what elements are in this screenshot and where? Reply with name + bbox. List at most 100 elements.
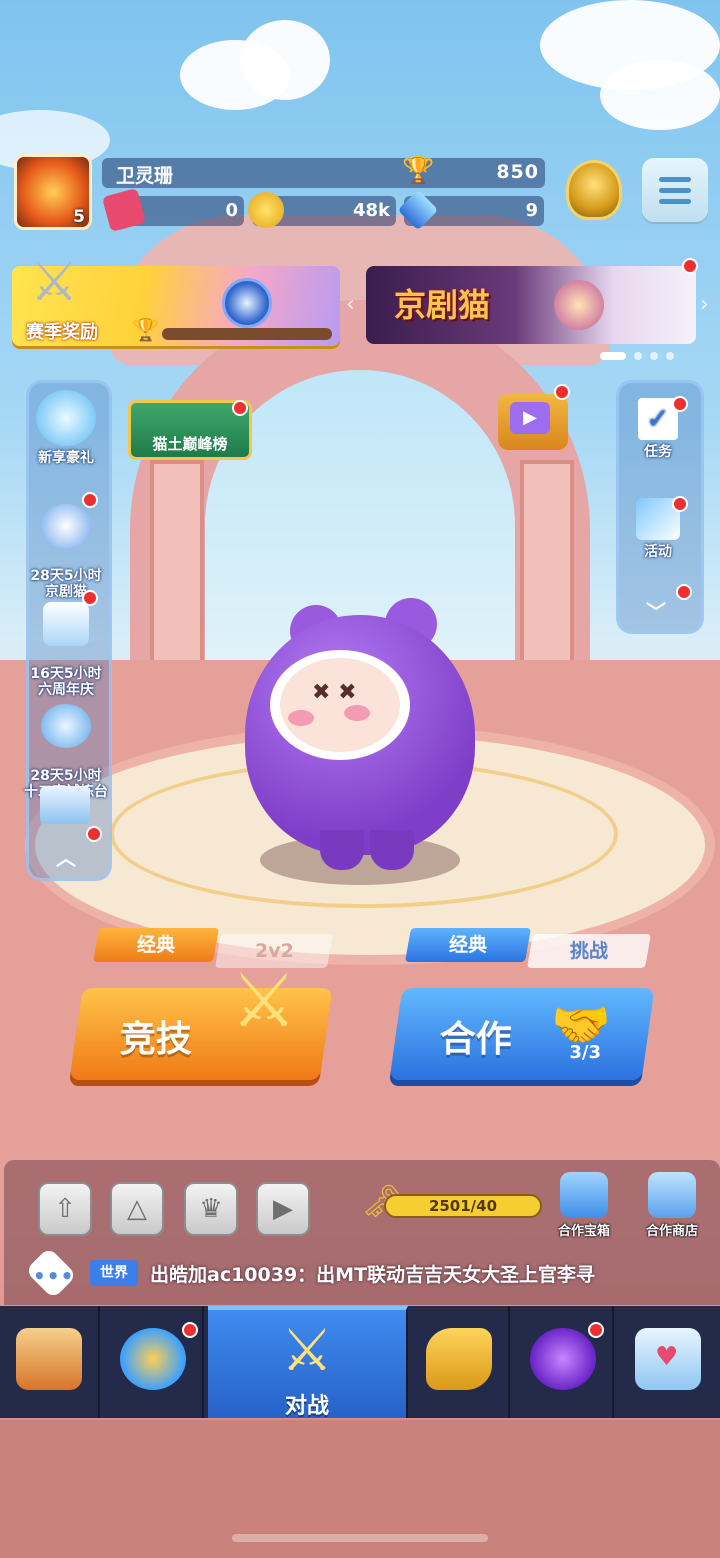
- notification-dot: [232, 400, 248, 416]
- cat-mask-icon: [40, 504, 92, 548]
- coop-challenge-label: 挑战: [569, 940, 608, 962]
- season-reward-label: 赛季奖励: [26, 322, 98, 343]
- gift-box-icon[interactable]: [40, 786, 90, 824]
- arena-mode-tag[interactable]: 经典: [93, 928, 219, 962]
- coop-shop-label: 合作商店: [645, 1224, 698, 1239]
- cloud: [600, 60, 720, 130]
- coop-button[interactable]: 合作 🤝 3/3: [389, 988, 655, 1080]
- nav-social[interactable]: ♥: [618, 1306, 718, 1418]
- notification-dot: [672, 396, 688, 412]
- nav-battle[interactable]: ⚔ 对战: [208, 1306, 408, 1419]
- trophy-icon: 🏆: [402, 156, 435, 186]
- coop-challenge-tag[interactable]: 挑战: [527, 934, 651, 968]
- ticket-counter[interactable]: 0: [101, 187, 244, 233]
- rank-badge-icon[interactable]: [566, 160, 622, 220]
- shop-icon: [16, 1328, 82, 1390]
- sidebar-item-anniversary[interactable]: 16天5小时 六周年庆: [14, 586, 118, 698]
- sidebar-item-label: 新享豪礼: [38, 450, 94, 466]
- battle-icon: ⚔: [281, 1316, 333, 1384]
- social-icon: ♥: [635, 1328, 701, 1390]
- sidebar-item-new-gift[interactable]: 新享豪礼: [20, 390, 112, 466]
- gem-counter[interactable]: 9: [397, 189, 544, 231]
- player-info-bar: 卫灵珊 🏆 850: [102, 156, 545, 188]
- menu-button[interactable]: [642, 158, 708, 222]
- player-level: 5: [73, 207, 85, 227]
- tier-button[interactable]: △: [110, 1182, 164, 1236]
- menu-line: [659, 198, 691, 204]
- key-progress-bar: 2501/40: [384, 1194, 542, 1218]
- coin-counter[interactable]: 48k: [248, 192, 396, 228]
- coop-mode-tag[interactable]: 经典: [405, 928, 531, 962]
- world-chat[interactable]: ••• 世界 出皓加ac10039：出MT联动吉吉天女大圣上官李寻: [0, 1246, 720, 1300]
- coop-tag-label: 经典: [448, 934, 487, 956]
- trophy-outline-icon: ♛: [199, 1194, 223, 1224]
- carousel-dot: [600, 352, 626, 360]
- arena-tag-label: 经典: [136, 934, 175, 956]
- film-icon: ▶: [273, 1194, 293, 1224]
- collapse-up-icon[interactable]: ︿: [56, 842, 76, 871]
- video-reward-icon[interactable]: ▶: [498, 394, 568, 450]
- notification-dot: [672, 496, 688, 512]
- character-leg: [320, 830, 364, 870]
- chest-icon: [560, 1172, 608, 1218]
- play-icon: ▶: [510, 402, 550, 434]
- coop-chest-label: 合作宝箱: [557, 1224, 610, 1239]
- notification-dot: [82, 492, 98, 508]
- shop-handshake-icon: [648, 1172, 696, 1218]
- trophy-button[interactable]: ♛: [184, 1182, 238, 1236]
- carousel-dots: [600, 352, 674, 360]
- upgrade-button[interactable]: ⇧: [38, 1182, 92, 1236]
- chat-channel-tag: 世界: [90, 1260, 138, 1286]
- coin-count: 48k: [352, 200, 390, 221]
- trophy-icon: 🏆: [132, 318, 160, 343]
- season-progress-bar: [162, 328, 332, 340]
- carousel-dot: [650, 352, 658, 360]
- nav-planet[interactable]: [514, 1306, 614, 1418]
- carousel-dot: [634, 352, 642, 360]
- menu-line: [659, 176, 691, 182]
- whistle-icon: [426, 1328, 492, 1390]
- sidebar-item-label: 活动: [644, 544, 672, 560]
- expand-down-icon[interactable]: ﹀: [646, 596, 666, 625]
- character-face: [280, 658, 400, 752]
- player-name: 卫灵珊: [116, 165, 174, 187]
- nav-battle-label: 对战: [284, 1394, 329, 1419]
- sidebar-item-jingju-cat[interactable]: 28天5小时 京剧猫: [14, 488, 118, 600]
- character-leg: [370, 830, 414, 870]
- notification-dot: [554, 384, 570, 400]
- home-indicator[interactable]: [232, 1534, 488, 1542]
- upgrade-icon: ⇧: [54, 1194, 76, 1224]
- event-banner[interactable]: 京剧猫: [366, 266, 696, 344]
- event-character-icon: [554, 280, 604, 330]
- birthday-cake-icon: [43, 602, 89, 646]
- bottom-nav: ⚔ 对战 ♥: [0, 1306, 720, 1419]
- key-progress-text: 2501/40: [428, 1197, 498, 1215]
- planet-icon: [530, 1328, 596, 1390]
- arena-button[interactable]: 竞技 ⚔: [69, 958, 333, 1080]
- player-avatar[interactable]: 5: [14, 154, 92, 230]
- coop-chest-button[interactable]: 合作宝箱: [544, 1172, 624, 1239]
- season-orb-icon: [222, 278, 272, 328]
- sidebar-item-trial[interactable]: 28天5小时 十二宗试炼台: [8, 688, 124, 800]
- coop-count: 3/3: [569, 1042, 602, 1063]
- nav-gacha[interactable]: [104, 1306, 204, 1418]
- star-shield-icon: [41, 704, 91, 748]
- nav-shop[interactable]: [0, 1306, 100, 1418]
- coop-shop-button[interactable]: 合作商店: [632, 1172, 712, 1239]
- season-reward-banner[interactable]: ⚔ 🏆 赛季奖励: [12, 250, 340, 346]
- nav-whistle[interactable]: [410, 1306, 510, 1418]
- notification-dot: [676, 584, 692, 600]
- leaderboard-label: 猫土巅峰榜: [152, 435, 228, 453]
- carousel-prev-icon[interactable]: ‹: [346, 292, 355, 317]
- replay-button[interactable]: ▶: [256, 1182, 310, 1236]
- event-title: 京剧猫: [394, 286, 491, 324]
- ticket-count: 0: [225, 200, 238, 221]
- trophy-count: 850: [496, 161, 539, 183]
- character-cheek: [344, 705, 370, 721]
- notification-dot: [588, 1322, 604, 1338]
- gem-count: 9: [525, 200, 538, 221]
- chat-message: 出皓加ac10039：出MT联动吉吉天女大圣上官李寻: [150, 1264, 596, 1286]
- carousel-next-icon[interactable]: ›: [700, 292, 709, 317]
- coop-label: 合作: [439, 1019, 512, 1060]
- carousel-dot: [666, 352, 674, 360]
